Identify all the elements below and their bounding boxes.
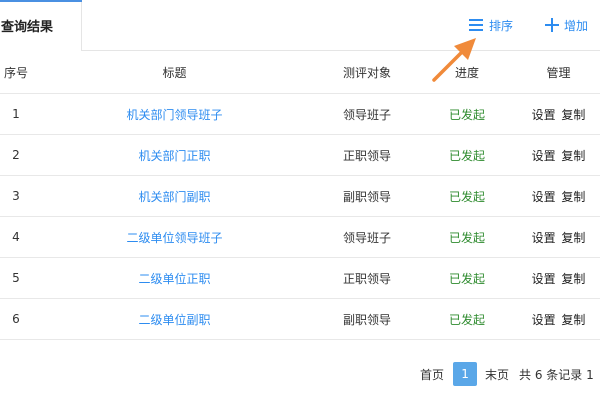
copy-link[interactable]: 复制 — [561, 190, 585, 204]
row-status: 已发起 — [417, 134, 517, 176]
row-ops: 设置 复制 — [517, 93, 600, 135]
add-button[interactable]: 增加 — [545, 16, 588, 34]
header-status: 进度 — [417, 52, 517, 94]
settings-link[interactable]: 设置 — [532, 149, 556, 163]
settings-link[interactable]: 设置 — [532, 108, 556, 122]
settings-link[interactable]: 设置 — [532, 231, 556, 245]
table-row: 1 机关部门领导班子 领导班子 已发起 设置 复制 — [0, 93, 600, 135]
row-ops: 设置 复制 — [517, 175, 600, 217]
table-header-row: 序号 标题 测评对象 进度 管理 — [0, 52, 600, 94]
sort-button[interactable]: 排序 — [469, 16, 513, 34]
row-title-link[interactable]: 二级单位正职 — [32, 257, 317, 299]
table-row: 3 机关部门副职 副职领导 已发起 设置 复制 — [0, 175, 600, 217]
table-row: 6 二级单位副职 副职领导 已发起 设置 复制 — [0, 298, 600, 340]
copy-link[interactable]: 复制 — [561, 108, 585, 122]
tab-query-results[interactable]: 查询结果 — [0, 0, 82, 51]
results-table: 序号 标题 测评对象 进度 管理 1 机关部门领导班子 领导班子 已发起 设置 … — [0, 52, 600, 340]
row-index: 2 — [0, 134, 32, 176]
row-status: 已发起 — [417, 216, 517, 258]
header-title: 标题 — [32, 52, 317, 94]
table-row: 5 二级单位正职 正职领导 已发起 设置 复制 — [0, 257, 600, 299]
row-status: 已发起 — [417, 257, 517, 299]
row-title-link[interactable]: 机关部门副职 — [32, 175, 317, 217]
row-target: 领导班子 — [317, 216, 417, 258]
tab-label: 查询结果 — [1, 19, 54, 35]
copy-link[interactable]: 复制 — [561, 149, 585, 163]
row-ops: 设置 复制 — [517, 257, 600, 299]
total-records: 共 6 条记录 1 — [519, 367, 594, 382]
row-index: 5 — [0, 257, 32, 299]
row-ops: 设置 复制 — [517, 216, 600, 258]
row-target: 副职领导 — [317, 175, 417, 217]
row-target: 正职领导 — [317, 134, 417, 176]
row-status: 已发起 — [417, 298, 517, 340]
row-title-link[interactable]: 二级单位领导班子 — [32, 216, 317, 258]
copy-link[interactable]: 复制 — [561, 231, 585, 245]
row-index: 1 — [0, 93, 32, 135]
copy-link[interactable]: 复制 — [561, 272, 585, 286]
row-status: 已发起 — [417, 93, 517, 135]
header-bar: 查询结果 排序 增加 — [0, 0, 600, 51]
settings-link[interactable]: 设置 — [532, 190, 556, 204]
pagination: 首页 1 末页 共 6 条记录 1 — [420, 362, 594, 386]
row-index: 4 — [0, 216, 32, 258]
row-target: 正职领导 — [317, 257, 417, 299]
header-ops: 管理 — [517, 52, 600, 94]
row-title-link[interactable]: 机关部门正职 — [32, 134, 317, 176]
header-target: 测评对象 — [317, 52, 417, 94]
row-index: 6 — [0, 298, 32, 340]
settings-link[interactable]: 设置 — [532, 272, 556, 286]
row-title-link[interactable]: 二级单位副职 — [32, 298, 317, 340]
table-row: 2 机关部门正职 正职领导 已发起 设置 复制 — [0, 134, 600, 176]
last-page-link[interactable]: 末页 — [485, 366, 509, 383]
list-icon — [469, 19, 483, 31]
row-target: 领导班子 — [317, 93, 417, 135]
table-row: 4 二级单位领导班子 领导班子 已发起 设置 复制 — [0, 216, 600, 258]
current-page-button[interactable]: 1 — [453, 362, 478, 386]
row-title-link[interactable]: 机关部门领导班子 — [32, 93, 317, 135]
first-page-link[interactable]: 首页 — [420, 366, 444, 383]
row-index: 3 — [0, 175, 32, 217]
copy-link[interactable]: 复制 — [561, 313, 585, 327]
sort-label: 排序 — [489, 18, 514, 33]
row-ops: 设置 复制 — [517, 134, 600, 176]
plus-icon — [545, 18, 559, 32]
row-target: 副职领导 — [317, 298, 417, 340]
row-ops: 设置 复制 — [517, 298, 600, 340]
row-status: 已发起 — [417, 175, 517, 217]
add-label: 增加 — [564, 18, 589, 33]
settings-link[interactable]: 设置 — [532, 313, 556, 327]
header-index: 序号 — [0, 52, 32, 94]
